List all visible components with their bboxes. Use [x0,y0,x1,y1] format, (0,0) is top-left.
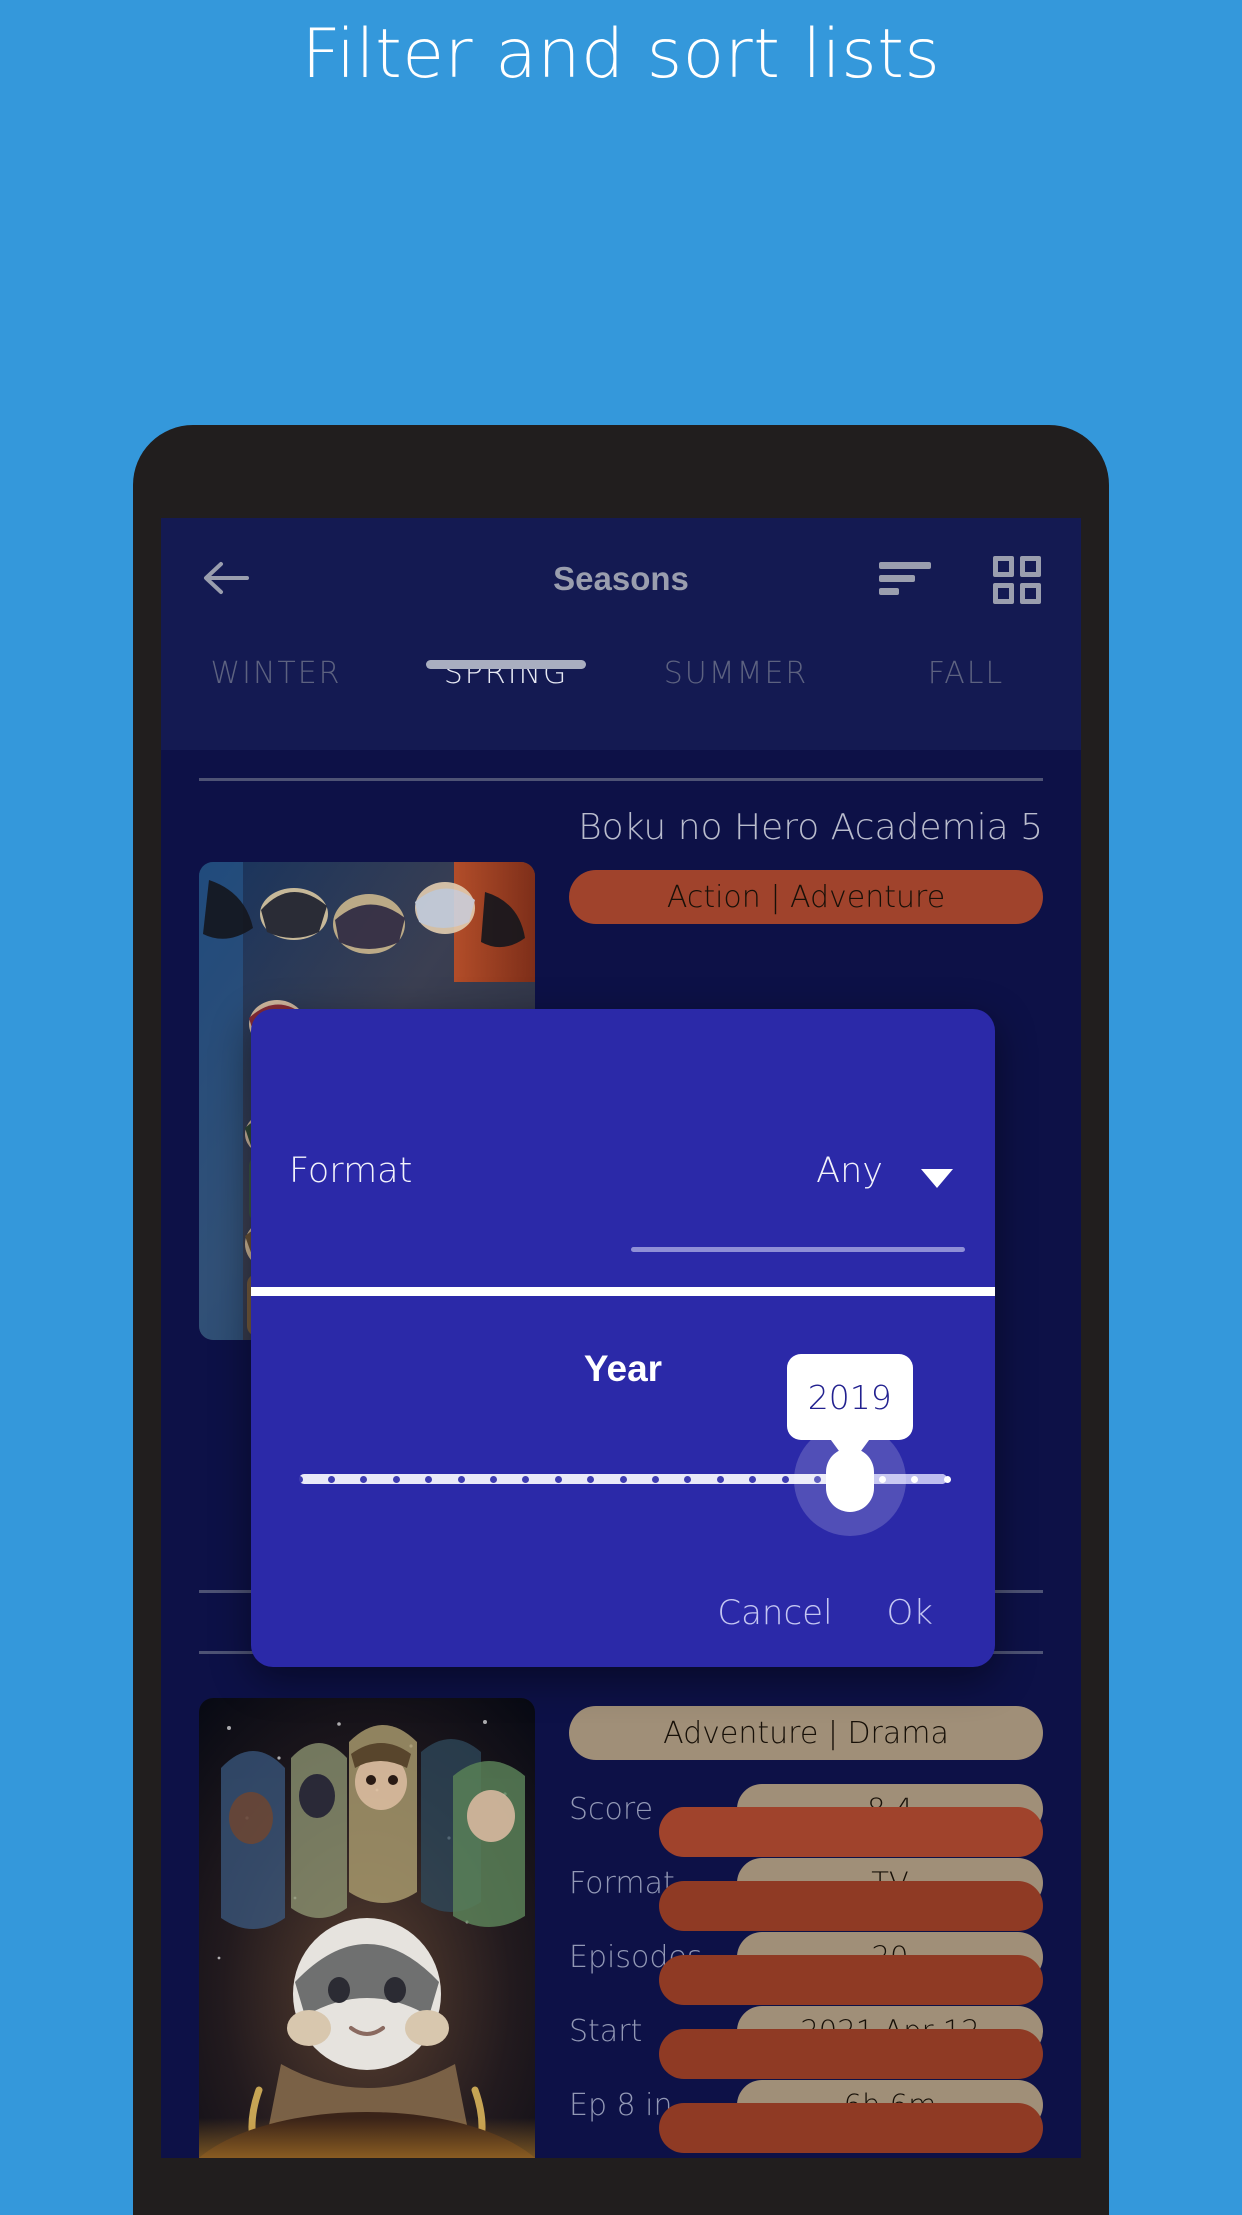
peek-pill-score [659,1807,1043,1857]
poster-image[interactable] [199,1698,535,2158]
slider-tick [716,1476,724,1483]
genre-pill: Action | Adventure [569,870,1043,924]
slider-tick [295,1476,303,1483]
grid-cell-2 [1020,556,1041,577]
dialog-separator [251,1287,995,1296]
tab-active-indicator [426,660,586,669]
peek-pill-start [659,2029,1043,2079]
sort-icon[interactable] [879,562,931,596]
grid-cell-4 [1020,583,1041,604]
sort-line-2 [879,575,915,582]
slider-tick [781,1476,789,1483]
cancel-button[interactable]: Cancel [717,1593,832,1633]
sort-line-1 [879,562,931,569]
list-divider-top [199,778,1043,781]
slider-tick [619,1476,627,1483]
app-bar: Seasons [161,518,1081,638]
format-field-underline [631,1247,965,1252]
grid-cell-3 [993,583,1014,604]
tab-summer[interactable]: SUMMER [621,638,851,691]
season-tabs: WINTER SPRING SUMMER FALL [161,638,1081,750]
slider-tick [327,1476,335,1483]
page-title: Seasons [553,560,689,597]
format-label: Format [289,1151,413,1191]
peek-pill-epin [659,2103,1043,2153]
promo-headline: Filter and sort lists [301,15,941,94]
year-slider[interactable]: 2019 [295,1354,951,1536]
tab-fall[interactable]: FALL [851,638,1081,691]
tab-summer-label: SUMMER [663,656,809,691]
peek-pill-format [659,1881,1043,1931]
tab-winter-label: WINTER [210,656,342,691]
tab-fall-label: FALL [927,656,1005,691]
slider-tick [651,1476,659,1483]
entry-title: Boku no Hero Academia 5 [578,807,1043,848]
ok-button[interactable]: Ok [887,1593,933,1633]
hidden-info-pills [659,1807,1043,2158]
chevron-down-icon[interactable] [921,1169,953,1188]
slider-tick [554,1476,562,1483]
grid-view-icon[interactable] [993,556,1041,604]
dialog-actions: Cancel Ok [251,1559,995,1667]
grid-cell-1 [993,556,1014,577]
dialog-format-section: Format Any [251,1009,995,1287]
slider-tick [392,1476,400,1483]
slider-tick [943,1476,951,1483]
slider-tick [457,1476,465,1483]
filter-dialog[interactable]: Format Any Year 2019 Cancel Ok [251,1009,995,1667]
genre-pill: Adventure | Drama [569,1706,1043,1760]
tab-spring[interactable]: SPRING [391,638,621,691]
format-dropdown-value[interactable]: Any [816,1151,883,1191]
dialog-year-section: Year 2019 [251,1296,995,1568]
slider-value-bubble: 2019 [786,1354,913,1440]
peek-pill-episodes [659,1955,1043,2005]
tab-winter[interactable]: WINTER [161,638,391,691]
sort-line-3 [879,588,899,595]
slider-tick [489,1476,497,1483]
